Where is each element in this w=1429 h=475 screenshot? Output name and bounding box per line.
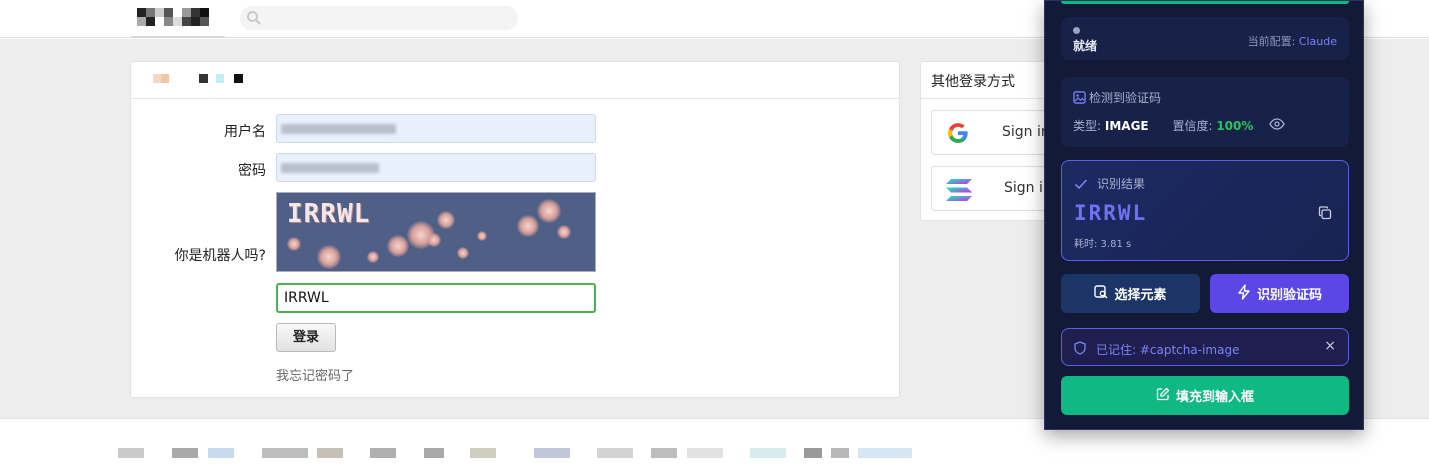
config-label: 当前配置: bbox=[1247, 35, 1296, 48]
fill-input-button[interactable]: 填充到输入框 bbox=[1061, 376, 1349, 415]
captcha-image[interactable]: IRRWL bbox=[276, 192, 596, 272]
username-field[interactable] bbox=[276, 114, 596, 143]
other-login-header: 其他登录方式 bbox=[921, 62, 1059, 99]
solana-icon bbox=[946, 179, 972, 205]
result-card: 识别结果 IRRWL 耗时: 3.81 s bbox=[1061, 160, 1349, 261]
detection-details: 类型: IMAGE 置信度: 100% bbox=[1073, 117, 1253, 134]
confidence-value: 100% bbox=[1216, 119, 1254, 133]
login-button[interactable]: 登录 bbox=[276, 323, 336, 352]
close-icon[interactable]: × bbox=[1324, 338, 1336, 354]
config-value[interactable]: Claude bbox=[1299, 35, 1337, 48]
password-field[interactable] bbox=[276, 153, 596, 182]
solana-signin-button[interactable]: Sign in bbox=[931, 166, 1059, 211]
status-indicator-icon bbox=[1073, 27, 1080, 34]
google-signin-label: Sign in bbox=[1002, 124, 1050, 140]
recognize-captcha-label: 识别验证码 bbox=[1256, 288, 1322, 303]
login-card-header bbox=[131, 62, 899, 99]
select-element-icon bbox=[1094, 284, 1108, 303]
select-element-label: 选择元素 bbox=[1114, 288, 1167, 303]
search-input[interactable] bbox=[240, 6, 518, 30]
image-icon bbox=[1073, 89, 1086, 108]
site-logo[interactable] bbox=[131, 0, 225, 38]
type-value: IMAGE bbox=[1104, 119, 1149, 133]
google-icon bbox=[946, 121, 970, 149]
current-config: 当前配置: Claude bbox=[1248, 33, 1337, 49]
confidence-label: 置信度: bbox=[1172, 119, 1213, 133]
recognize-captcha-button[interactable]: 识别验证码 bbox=[1210, 274, 1349, 313]
other-login-title: 其他登录方式 bbox=[931, 74, 1015, 90]
edit-icon bbox=[1156, 387, 1170, 405]
other-login-card: 其他登录方式 Sign in Sign in bbox=[920, 61, 1060, 221]
captcha-text: IRRWL bbox=[287, 199, 371, 229]
search-icon bbox=[246, 10, 262, 30]
detection-title: 检测到验证码 bbox=[1089, 91, 1162, 105]
eye-icon[interactable] bbox=[1269, 116, 1285, 135]
remembered-selector: 已记住: #captcha-image × bbox=[1061, 328, 1349, 366]
forgot-password-link[interactable]: 我忘记密码了 bbox=[276, 365, 354, 384]
remembered-text: 已记住: #captcha-image bbox=[1096, 343, 1240, 357]
result-code: IRRWL bbox=[1074, 201, 1148, 225]
lightning-icon bbox=[1237, 283, 1251, 304]
elapsed-time: 耗时: 3.81 s bbox=[1074, 239, 1132, 250]
captcha-extension-panel: 就绪 当前配置: Claude 检测到验证码 类型: IMAGE 置信度: 10… bbox=[1044, 0, 1364, 430]
captcha-label: 你是机器人吗? bbox=[174, 248, 266, 264]
check-icon bbox=[1074, 175, 1088, 194]
shield-icon bbox=[1074, 340, 1086, 359]
captcha-answer-input[interactable]: IRRWL bbox=[276, 283, 596, 313]
select-element-button[interactable]: 选择元素 bbox=[1061, 274, 1200, 313]
fill-input-label: 填充到输入框 bbox=[1175, 390, 1254, 405]
status-card: 就绪 当前配置: Claude bbox=[1061, 17, 1349, 60]
panel-top-accent bbox=[1061, 1, 1349, 4]
google-signin-button[interactable]: Sign in bbox=[931, 110, 1059, 155]
result-title: 识别结果 bbox=[1097, 177, 1146, 191]
login-card: 用户名 密码 你是机器人吗? IRRWL IRRWL 登录 我忘记密码了 bbox=[130, 61, 900, 398]
username-label: 用户名 bbox=[224, 124, 266, 140]
password-label: 密码 bbox=[238, 163, 266, 179]
status-text: 就绪 bbox=[1073, 39, 1098, 53]
copy-icon[interactable] bbox=[1318, 205, 1332, 224]
type-label: 类型: bbox=[1073, 119, 1102, 133]
detection-card: 检测到验证码 类型: IMAGE 置信度: 100% bbox=[1061, 77, 1349, 147]
